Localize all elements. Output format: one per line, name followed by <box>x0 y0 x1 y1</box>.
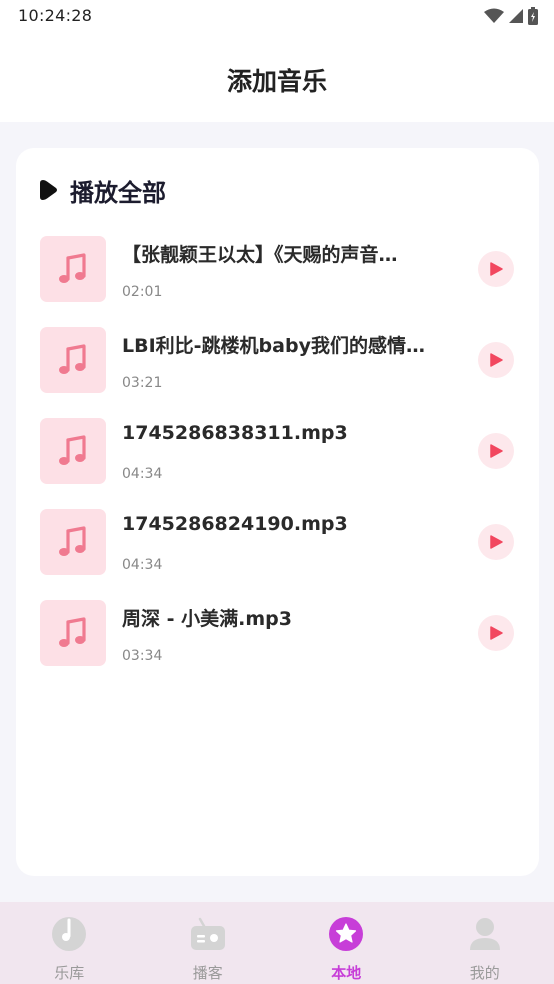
play-icon <box>490 444 503 458</box>
status-icons <box>484 6 538 26</box>
track-list-card: 播放全部 【张靓颖王以太】《天赐的声音… 02:01 LBI利比-跳楼机baby… <box>16 148 539 876</box>
play-all-icon <box>40 180 57 200</box>
track-duration: 04:34 <box>122 466 163 482</box>
track-item[interactable]: 1745286824190.mp3 04:34 <box>40 509 516 575</box>
music-note-icon <box>59 526 86 556</box>
wifi-icon <box>484 8 504 23</box>
track-duration: 02:01 <box>122 284 163 300</box>
nav-label: 乐库 <box>54 964 85 982</box>
track-duration: 03:21 <box>122 375 163 391</box>
track-play-button[interactable] <box>478 342 514 378</box>
play-icon <box>490 353 503 367</box>
track-thumbnail <box>40 600 106 666</box>
track-play-button[interactable] <box>478 433 514 469</box>
status-bar: 10:24:28 <box>0 0 554 34</box>
bottom-nav: 乐库 播客 本地 我的 <box>0 902 554 984</box>
track-thumbnail <box>40 327 106 393</box>
play-icon <box>490 535 503 549</box>
music-disc-icon <box>51 916 87 952</box>
track-title: 周深 - 小美满.mp3 <box>122 608 292 630</box>
track-play-button[interactable] <box>478 615 514 651</box>
nav-item-podcast[interactable]: 播客 <box>139 902 278 984</box>
play-all-button[interactable]: 播放全部 <box>40 174 166 207</box>
nav-label: 我的 <box>469 964 500 982</box>
nav-item-local[interactable]: 本地 <box>277 902 416 984</box>
radio-icon <box>190 916 226 952</box>
signal-icon <box>509 9 523 23</box>
status-time: 10:24:28 <box>18 6 93 25</box>
track-item[interactable]: 周深 - 小美满.mp3 03:34 <box>40 600 516 666</box>
nav-item-library[interactable]: 乐库 <box>0 902 139 984</box>
header: 添加音乐 <box>0 34 554 122</box>
track-play-button[interactable] <box>478 524 514 560</box>
music-note-icon <box>59 435 86 465</box>
track-thumbnail <box>40 509 106 575</box>
track-play-button[interactable] <box>478 251 514 287</box>
play-icon <box>490 262 503 276</box>
play-icon <box>490 626 503 640</box>
nav-label: 本地 <box>331 964 362 982</box>
page-title: 添加音乐 <box>226 67 327 96</box>
battery-icon <box>528 7 538 25</box>
music-note-icon <box>59 253 86 283</box>
track-item[interactable]: 【张靓颖王以太】《天赐的声音… 02:01 <box>40 236 516 302</box>
star-icon <box>328 916 364 952</box>
nav-label: 播客 <box>192 964 223 982</box>
music-note-icon <box>59 617 86 647</box>
nav-item-mine[interactable]: 我的 <box>416 902 554 984</box>
track-item[interactable]: LBI利比-跳楼机baby我们的感情… 03:21 <box>40 327 516 393</box>
user-icon <box>467 916 503 952</box>
track-title: LBI利比-跳楼机baby我们的感情… <box>122 335 425 357</box>
play-all-label: 播放全部 <box>70 178 166 207</box>
track-title: 1745286838311.mp3 <box>122 422 348 444</box>
track-duration: 03:34 <box>122 648 163 664</box>
track-thumbnail <box>40 418 106 484</box>
music-note-icon <box>59 344 86 374</box>
track-title: 【张靓颖王以太】《天赐的声音… <box>122 244 398 266</box>
track-title: 1745286824190.mp3 <box>122 513 348 535</box>
track-duration: 04:34 <box>122 557 163 573</box>
track-thumbnail <box>40 236 106 302</box>
track-item[interactable]: 1745286838311.mp3 04:34 <box>40 418 516 484</box>
